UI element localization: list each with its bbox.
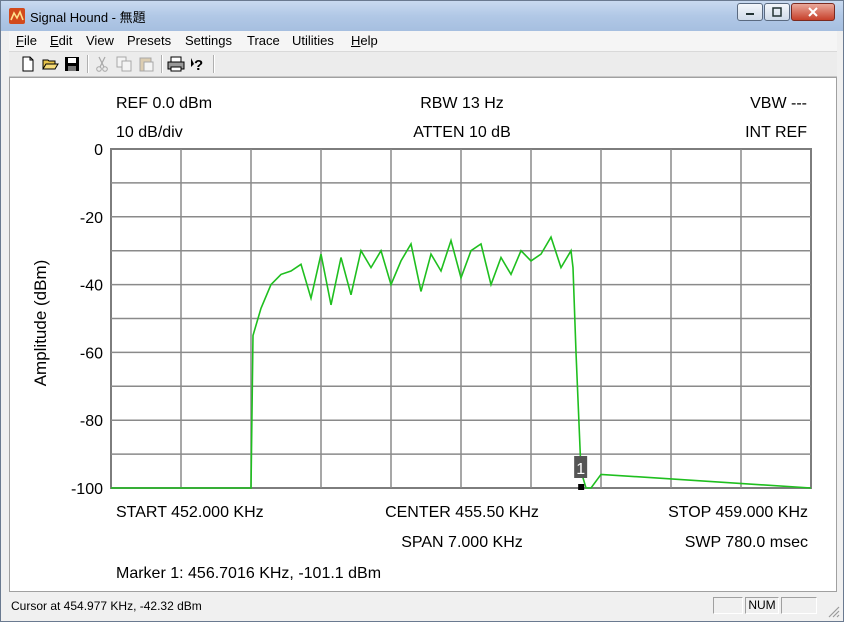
menu-presets[interactable]: Presets	[127, 33, 171, 48]
cursor-readout: Cursor at 454.977 KHz, -42.32 dBm	[11, 599, 202, 613]
ref-level-label: REF 0.0 dBm	[116, 95, 212, 112]
menu-trace[interactable]: Trace	[247, 33, 280, 48]
window-title: Signal Hound - 無題	[30, 10, 146, 25]
toolbar-separator	[213, 55, 215, 73]
int-ref-label: INT REF	[745, 124, 807, 141]
menu-file-label: ile	[23, 33, 37, 48]
status-bar: Cursor at 454.977 KHz, -42.32 dBm NUM	[1, 594, 843, 621]
cut-icon[interactable]	[93, 55, 111, 73]
scale-label: 10 dB/div	[116, 124, 183, 141]
atten-label: ATTEN 10 dB	[413, 124, 511, 141]
menu-view[interactable]: View	[86, 33, 114, 48]
y-tick-label: -40	[80, 278, 103, 295]
marker-readout: Marker 1: 456.7016 KHz, -101.1 dBm	[116, 565, 381, 582]
toolbar: ?	[9, 52, 837, 77]
y-tick-label: -60	[80, 345, 103, 362]
new-file-icon[interactable]	[19, 55, 37, 73]
app-window: Signal Hound - 無題 File Edit View Presets…	[0, 0, 844, 622]
minimize-icon	[746, 13, 754, 15]
paste-icon[interactable]	[137, 55, 155, 73]
copy-icon[interactable]	[115, 55, 133, 73]
spectrum-plot[interactable]: REF 0.0 dBm RBW 13 Hz VBW --- 10 dB/div …	[10, 78, 836, 591]
menu-utilities[interactable]: Utilities	[292, 33, 334, 48]
help-icon[interactable]: ?	[189, 55, 207, 73]
signal-hound-app-icon	[9, 8, 25, 24]
num-lock-indicator: NUM	[745, 597, 779, 614]
maximize-button[interactable]	[764, 3, 790, 21]
menu-bar: File Edit View Presets Settings Trace Ut…	[9, 31, 837, 52]
y-tick-label: -100	[71, 481, 103, 498]
toolbar-separator	[87, 55, 89, 73]
close-icon	[808, 7, 818, 17]
menu-edit-label: dit	[58, 33, 73, 48]
svg-text:?: ?	[194, 57, 203, 73]
start-freq-label: START 452.000 KHz	[116, 504, 264, 521]
span-label: SPAN 7.000 KHz	[401, 534, 523, 551]
marker-number: 1	[576, 461, 585, 478]
y-axis-title: Amplitude (dBm)	[31, 260, 50, 387]
spectrum-display[interactable]: REF 0.0 dBm RBW 13 Hz VBW --- 10 dB/div …	[9, 77, 837, 592]
open-folder-icon[interactable]	[41, 55, 59, 73]
center-freq-label: CENTER 455.50 KHz	[385, 504, 539, 521]
menu-settings[interactable]: Settings	[185, 33, 232, 48]
y-axis-ticks: 0 -20 -40 -60 -80 -100	[71, 142, 103, 498]
close-button[interactable]	[791, 3, 835, 21]
y-tick-label: -20	[80, 210, 103, 227]
vbw-label: VBW ---	[750, 95, 807, 112]
menu-help[interactable]: Help	[351, 33, 378, 48]
menu-help-label: elp	[360, 33, 378, 48]
menu-file-accel: F	[16, 33, 24, 48]
toolbar-separator	[161, 55, 163, 73]
menu-help-accel: H	[351, 33, 361, 48]
menu-edit-accel: E	[50, 33, 59, 48]
menu-edit[interactable]: Edit	[50, 33, 72, 48]
save-icon[interactable]	[63, 55, 81, 73]
graticule	[110, 148, 812, 489]
title-bar[interactable]: Signal Hound - 無題	[1, 1, 843, 31]
print-icon[interactable]	[167, 55, 185, 73]
y-tick-label: -80	[80, 413, 103, 430]
stop-freq-label: STOP 459.000 KHz	[668, 504, 808, 521]
status-pane-empty	[713, 597, 743, 614]
marker-point	[578, 484, 585, 490]
menu-file[interactable]: File	[16, 33, 37, 48]
maximize-icon	[772, 7, 782, 17]
sweep-time-label: SWP 780.0 msec	[685, 534, 808, 551]
rbw-label: RBW 13 Hz	[420, 95, 504, 112]
minimize-button[interactable]	[737, 3, 763, 21]
y-tick-label: 0	[94, 142, 103, 159]
resize-grip-icon[interactable]	[828, 606, 840, 618]
status-pane-scroll	[781, 597, 817, 614]
